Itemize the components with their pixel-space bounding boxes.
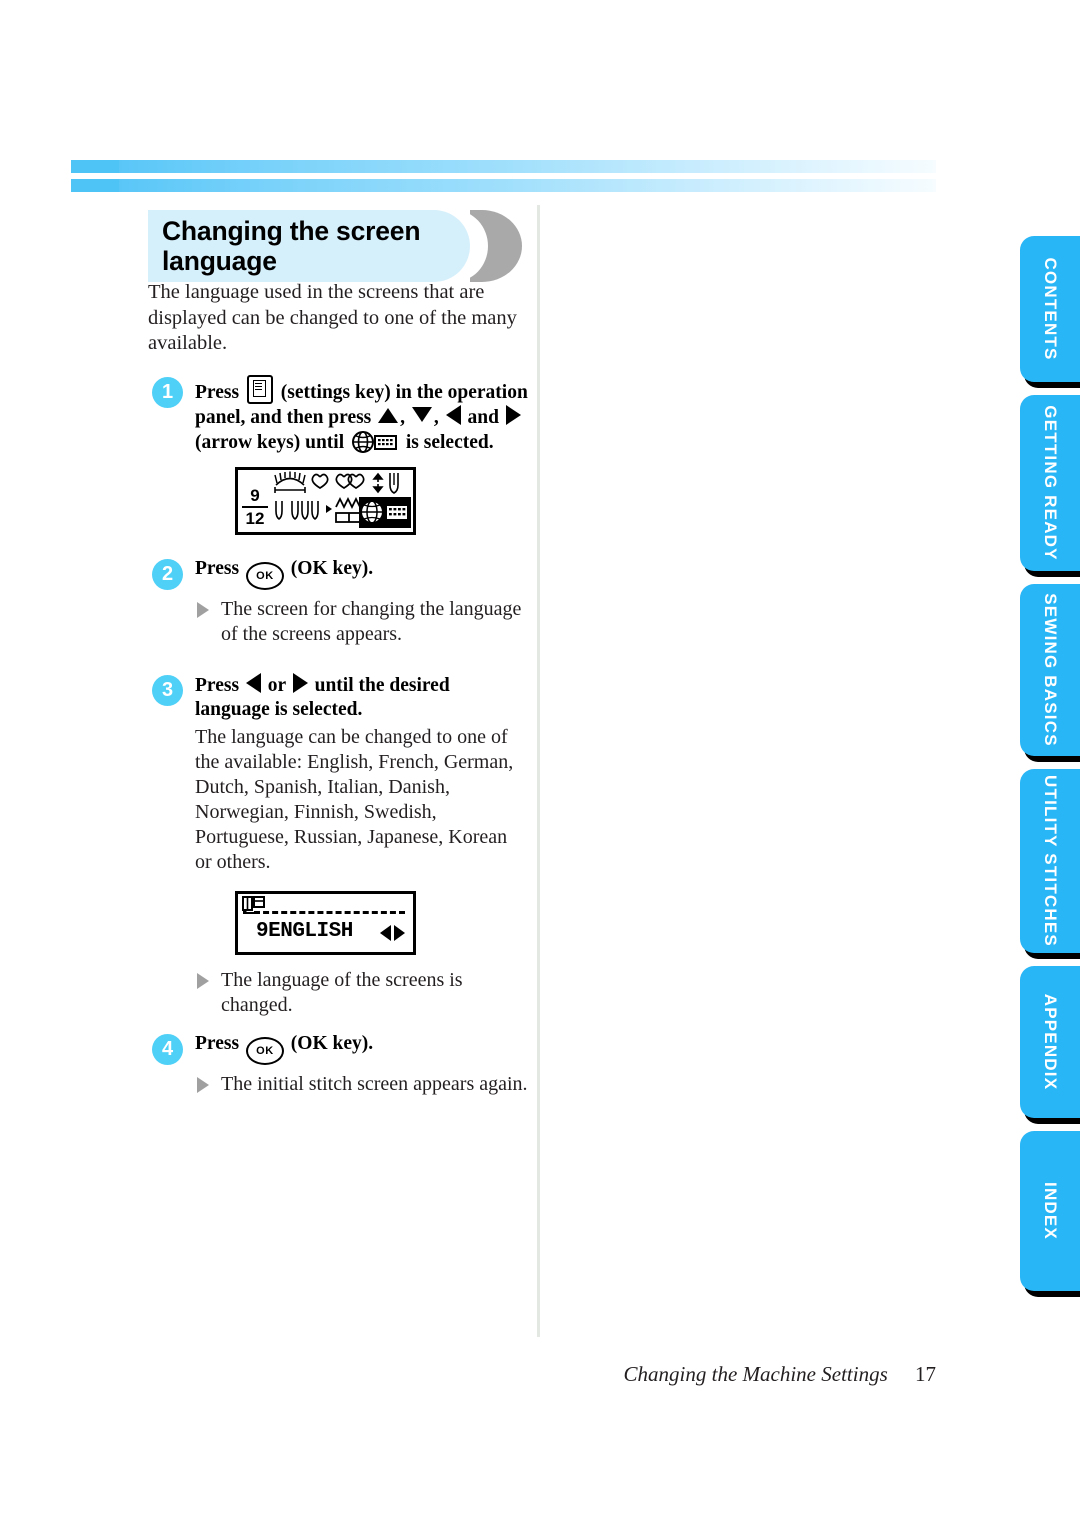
- result-triangle-icon: [197, 1076, 209, 1093]
- tab-label: CONTENTS: [1041, 257, 1060, 361]
- step-1-text-1: Press: [195, 381, 240, 403]
- page-title-line1: Changing the screen: [162, 216, 421, 246]
- globe-keyboard-icon: [352, 430, 398, 454]
- header-bar-cap: [71, 179, 119, 192]
- ok-key-icon: OK: [245, 1036, 284, 1065]
- step-3-result: The language of the screens is changed.: [195, 968, 528, 1018]
- step-1-text-3: (arrow keys) until: [195, 431, 345, 453]
- arrow-up-icon: [378, 407, 399, 423]
- tab-label: UTILITY STITCHES: [1041, 775, 1060, 947]
- arrow-down-icon: [411, 406, 432, 422]
- arrow-left-icon: [245, 672, 261, 693]
- step-3-badge: 3: [152, 674, 183, 706]
- step-3-title: Press or until the desired language is s…: [195, 672, 528, 722]
- result-triangle-icon: [197, 972, 209, 989]
- header-bar-cap: [71, 160, 119, 173]
- column-divider: [537, 205, 540, 1337]
- step-3-result-text: The language of the screens is changed.: [221, 968, 463, 1016]
- lcd-language-screen: 9ENGLISH: [235, 890, 416, 955]
- lcd-numerator: 9: [250, 485, 260, 505]
- ok-key-icon: OK: [245, 561, 284, 590]
- lcd-denominator: 12: [242, 505, 268, 529]
- page-title: Changing the screen language: [162, 216, 462, 276]
- page-number: 17: [915, 1362, 936, 1386]
- page-title-line2: language: [162, 246, 277, 276]
- sidebar-tab-getting-ready[interactable]: GETTING READY: [1020, 395, 1080, 571]
- step-3-body: The language can be changed to one of th…: [195, 725, 514, 873]
- chapter-tab-rail: CONTENTS GETTING READY SEWING BASICS UTI…: [1020, 236, 1080, 1304]
- lcd-language-name: ENGLISH: [268, 919, 353, 943]
- section-heading-banner: Changing the screen language: [148, 210, 528, 282]
- step-4-badge: 4: [152, 1033, 183, 1065]
- step-1: 1 Press (settings key) in the operation …: [148, 374, 528, 535]
- header-bar-top: [71, 160, 936, 173]
- tab-label: SEWING BASICS: [1041, 593, 1060, 747]
- step-1-text-4: is selected.: [405, 431, 494, 453]
- sidebar-tab-contents[interactable]: CONTENTS: [1020, 236, 1080, 382]
- step-2-text-2: (OK key).: [290, 557, 374, 579]
- sidebar-tab-index[interactable]: INDEX: [1020, 1131, 1080, 1291]
- step-4-text-2: (OK key).: [290, 1032, 374, 1054]
- step-4: 4 Press OK (OK key). The initial stitch …: [148, 1032, 528, 1097]
- sidebar-tab-appendix[interactable]: APPENDIX: [1020, 966, 1080, 1118]
- arrow-left-icon: [380, 924, 391, 941]
- lcd-language-settings-icon: [242, 895, 272, 918]
- step-3: 3 Press or until the desired language is…: [148, 672, 528, 1018]
- header-bar-bottom: [71, 179, 936, 192]
- lcd-stitch-counter: 9 12: [242, 486, 268, 529]
- arrow-right-icon: [505, 404, 521, 425]
- lcd-dashed-separator: [254, 910, 405, 914]
- step-2: 2 Press OK (OK key). The screen for chan…: [148, 557, 528, 647]
- step-4-title: Press OK (OK key).: [195, 1032, 528, 1065]
- step-3-or: or: [267, 674, 286, 696]
- arrow-right-icon: [394, 924, 405, 941]
- step-4-text-1: Press: [195, 1032, 240, 1054]
- lcd-language-index: 9: [256, 919, 269, 943]
- sidebar-tab-sewing-basics[interactable]: SEWING BASICS: [1020, 584, 1080, 756]
- step-1-badge: 1: [152, 376, 183, 408]
- step-2-badge: 2: [152, 558, 183, 590]
- page-footer: Changing the Machine Settings 17: [0, 1362, 936, 1387]
- tab-label: INDEX: [1041, 1182, 1060, 1240]
- footer-section-title: Changing the Machine Settings: [623, 1362, 888, 1386]
- step-2-result-text: The screen for changing the language of …: [221, 597, 522, 645]
- lcd-language-value: 9ENGLISH: [256, 920, 353, 944]
- intro-paragraph: The language used in the screens that ar…: [148, 281, 517, 354]
- step-3-text-1: Press: [195, 674, 240, 696]
- header-decoration: [71, 160, 936, 192]
- step-1-title: Press (settings key) in the operation pa…: [195, 374, 528, 455]
- step-2-text-1: Press: [195, 557, 240, 579]
- step-4-result: The initial stitch screen appears again.: [195, 1072, 528, 1097]
- tab-label: GETTING READY: [1041, 405, 1060, 561]
- step-2-title: Press OK (OK key).: [195, 557, 528, 590]
- step-2-result: The screen for changing the language of …: [195, 597, 528, 647]
- settings-key-icon: [246, 374, 273, 404]
- lcd-language-arrows: [380, 924, 405, 941]
- arrow-left-icon: [445, 404, 461, 425]
- tab-label: APPENDIX: [1041, 993, 1060, 1091]
- result-triangle-icon: [197, 601, 209, 618]
- sidebar-tab-utility-stitches[interactable]: UTILITY STITCHES: [1020, 769, 1080, 953]
- banner-crescent-decoration: [448, 210, 522, 282]
- step-4-result-text: The initial stitch screen appears again.: [221, 1072, 528, 1095]
- main-content: The language used in the screens that ar…: [148, 280, 528, 1097]
- lcd-selected-globe-cell: [359, 496, 411, 528]
- lcd-stitch-screen: 9 12: [235, 466, 416, 535]
- step-1-and: and: [467, 406, 499, 428]
- arrow-right-icon: [292, 672, 308, 693]
